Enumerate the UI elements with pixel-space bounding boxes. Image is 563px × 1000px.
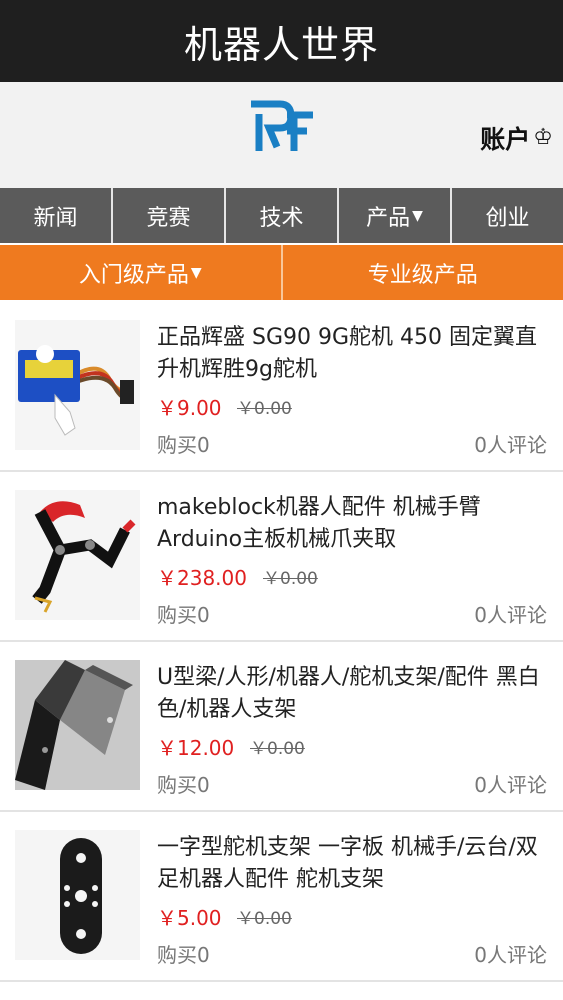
product-comment-count[interactable]: 0人评论 bbox=[474, 429, 547, 458]
product-item[interactable]: makeblock机器人配件 机械手臂Arduino主板机械爪夹取 ￥238.0… bbox=[0, 472, 563, 642]
product-name[interactable]: 正品辉盛 SG90 9G舵机 450 固定翼直升机辉胜9g舵机 bbox=[157, 322, 552, 386]
nav-item-label: 产品 bbox=[366, 205, 411, 231]
nav-item-tech[interactable]: 技术 bbox=[226, 188, 339, 243]
logo-icon[interactable] bbox=[247, 100, 317, 155]
sub-nav: 入门级产品 ▼ 专业级产品 bbox=[0, 245, 563, 300]
product-old-price: ￥0.00 bbox=[237, 399, 292, 419]
nav-item-news[interactable]: 新闻 bbox=[0, 188, 113, 243]
product-item[interactable]: 一字型舵机支架 一字板 机械手/云台/双足机器人配件 舵机支架 ￥5.00 ￥0… bbox=[0, 812, 563, 982]
account-link[interactable]: 账户 ♔ bbox=[480, 120, 553, 156]
product-image[interactable] bbox=[15, 660, 140, 790]
product-sold-count: 购买0 bbox=[157, 603, 210, 627]
subnav-item-label: 入门级产品 bbox=[78, 262, 189, 288]
product-old-price: ￥0.00 bbox=[250, 739, 305, 759]
product-list: 正品辉盛 SG90 9G舵机 450 固定翼直升机辉胜9g舵机 ￥9.00 ￥0… bbox=[0, 302, 563, 982]
nav-item-label: 新闻 bbox=[33, 205, 78, 231]
product-item[interactable]: 正品辉盛 SG90 9G舵机 450 固定翼直升机辉胜9g舵机 ￥9.00 ￥0… bbox=[0, 302, 563, 472]
product-sold-count: 购买0 bbox=[157, 943, 210, 967]
product-price: ￥9.00 bbox=[157, 396, 222, 420]
site-header: 账户 ♔ bbox=[0, 82, 563, 188]
product-image[interactable] bbox=[15, 490, 140, 620]
product-name[interactable]: 一字型舵机支架 一字板 机械手/云台/双足机器人配件 舵机支架 bbox=[157, 832, 552, 896]
nav-item-products[interactable]: 产品 ▼ bbox=[339, 188, 452, 243]
main-nav: 新闻 竞赛 技术 产品 ▼ 创业 bbox=[0, 188, 563, 243]
product-sold-count: 购买0 bbox=[157, 433, 210, 457]
nav-item-label: 竞赛 bbox=[146, 205, 191, 231]
app-title: 机器人世界 bbox=[183, 22, 379, 67]
product-image[interactable] bbox=[15, 830, 140, 960]
product-old-price: ￥0.00 bbox=[263, 569, 318, 589]
product-comment-count[interactable]: 0人评论 bbox=[474, 939, 547, 968]
crown-icon: ♔ bbox=[533, 125, 553, 150]
product-name[interactable]: makeblock机器人配件 机械手臂Arduino主板机械爪夹取 bbox=[157, 492, 552, 556]
product-comment-count[interactable]: 0人评论 bbox=[474, 599, 547, 628]
product-sold-count: 购买0 bbox=[157, 773, 210, 797]
subnav-item-entry-level[interactable]: 入门级产品 ▼ bbox=[0, 245, 283, 300]
caret-down-icon: ▼ bbox=[412, 207, 423, 224]
subnav-item-label: 专业级产品 bbox=[367, 262, 478, 288]
product-old-price: ￥0.00 bbox=[237, 909, 292, 929]
nav-item-label: 创业 bbox=[485, 205, 530, 231]
app-titlebar: 机器人世界 bbox=[0, 0, 563, 82]
nav-item-competition[interactable]: 竞赛 bbox=[113, 188, 226, 243]
product-name[interactable]: U型梁/人形/机器人/舵机支架/配件 黑白色/机器人支架 bbox=[157, 662, 552, 726]
product-price: ￥238.00 bbox=[157, 566, 247, 590]
product-item[interactable]: U型梁/人形/机器人/舵机支架/配件 黑白色/机器人支架 ￥12.00 ￥0.0… bbox=[0, 642, 563, 812]
subnav-item-professional[interactable]: 专业级产品 bbox=[283, 245, 563, 300]
product-price: ￥12.00 bbox=[157, 736, 235, 760]
nav-item-startup[interactable]: 创业 bbox=[452, 188, 563, 243]
product-image[interactable] bbox=[15, 320, 140, 450]
product-comment-count[interactable]: 0人评论 bbox=[474, 769, 547, 798]
product-price: ￥5.00 bbox=[157, 906, 222, 930]
account-label: 账户 bbox=[480, 125, 531, 154]
nav-item-label: 技术 bbox=[259, 205, 304, 231]
caret-down-icon: ▼ bbox=[190, 264, 202, 281]
